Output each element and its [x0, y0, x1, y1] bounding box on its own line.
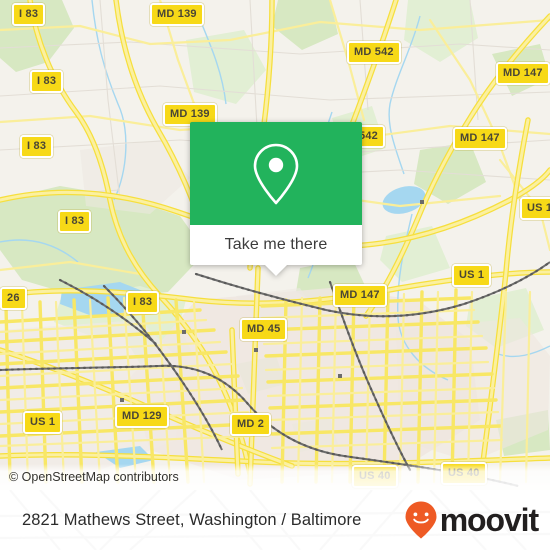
take-me-there-label: Take me there — [224, 236, 328, 253]
footer-bar: 2821 Mathews Street, Washington / Baltim… — [0, 490, 550, 550]
road-shield: MD 147 — [333, 284, 387, 307]
road-shield: US 1 — [520, 197, 550, 220]
road-shield: I 83 — [58, 210, 92, 233]
road-shield: I 83 — [20, 135, 54, 158]
road-shield: US 1 — [452, 264, 492, 287]
popup-image-placeholder — [190, 122, 362, 225]
popup-footer[interactable]: Take me there — [190, 225, 362, 276]
road-shield: MD 147 — [453, 127, 507, 150]
map-canvas[interactable]: .park { fill:#D7E8C2; } .park2 { fill:#E… — [0, 0, 550, 490]
road-shield: I 83 — [126, 291, 160, 314]
footer-content: 2821 Mathews Street, Washington / Baltim… — [0, 490, 550, 550]
moovit-logo[interactable]: moovit — [404, 500, 539, 540]
map-pin-icon — [253, 143, 299, 204]
address-label: 2821 Mathews Street, Washington / Baltim… — [22, 510, 362, 529]
road-shield: I 83 — [12, 3, 46, 26]
osm-attribution-text[interactable]: © OpenStreetMap contributors — [0, 470, 179, 484]
road-shield: MD 147 — [496, 62, 550, 85]
road-shield: I 83 — [30, 70, 64, 93]
moovit-pin-icon — [405, 501, 437, 539]
moovit-wordmark: moovit — [439, 502, 539, 538]
road-shield: MD 129 — [115, 405, 169, 428]
road-shield: MD 45 — [240, 318, 288, 341]
attribution-bar: © OpenStreetMap contributors — [0, 464, 550, 490]
road-shield: MD 2 — [230, 413, 272, 436]
location-popup-card[interactable]: Take me there — [190, 122, 362, 276]
road-shield: MD 542 — [347, 41, 401, 64]
popup-tail — [265, 265, 287, 276]
map-screenshot: .park { fill:#D7E8C2; } .park2 { fill:#E… — [0, 0, 550, 550]
road-shield: 26 — [0, 287, 27, 310]
road-shield: MD 139 — [150, 3, 204, 26]
road-shield: US 1 — [23, 411, 63, 434]
